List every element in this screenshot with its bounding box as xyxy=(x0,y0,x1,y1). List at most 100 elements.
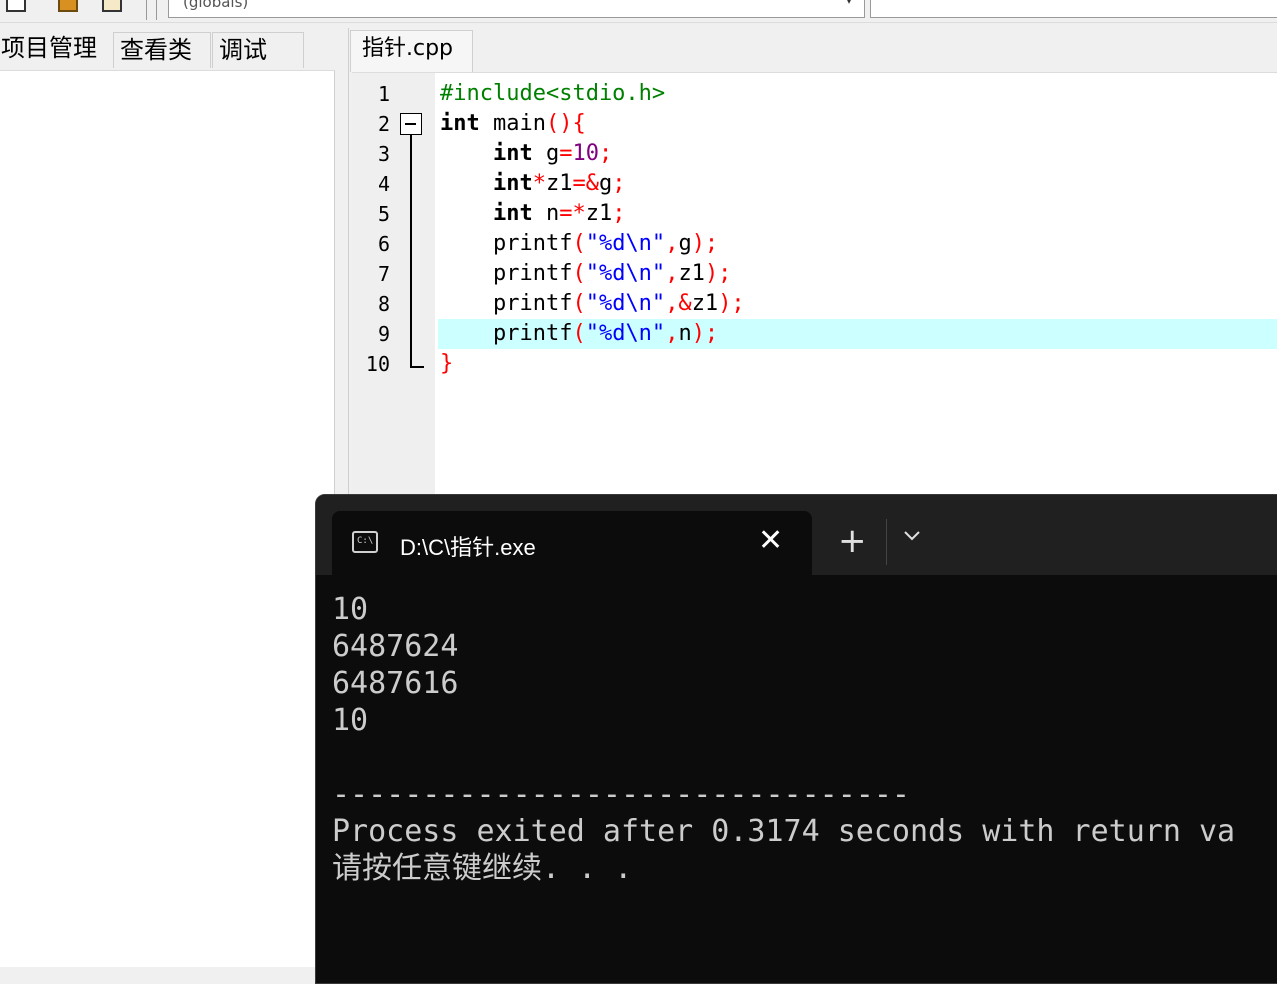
code-token: g xyxy=(678,231,692,256)
code-token: ); xyxy=(691,321,719,346)
toolbar-separator xyxy=(146,0,147,20)
code-token: ); xyxy=(704,261,732,286)
line-number: 6 xyxy=(377,232,390,256)
code-token: int xyxy=(492,201,533,226)
code-token: z1 xyxy=(585,201,613,226)
code-token: =& xyxy=(572,171,599,196)
terminal-output: 10 6487624 6487616 10 ----------------------… xyxy=(332,591,1277,887)
tab-project-manager[interactable]: 项目管理 xyxy=(0,28,100,68)
code-token: "%d\n" xyxy=(585,321,666,346)
tab-editor-file[interactable]: 指针.cpp xyxy=(350,30,473,72)
code-line[interactable]: } xyxy=(440,349,453,379)
code-line[interactable]: int n=*z1; xyxy=(440,199,626,229)
code-line[interactable]: int main(){ xyxy=(440,109,586,139)
code-token: int xyxy=(492,141,533,166)
code-token: 10 xyxy=(572,141,599,166)
terminal-output-line: 10 xyxy=(332,592,369,627)
scope-dropdown[interactable]: (globals) ▾ xyxy=(168,0,865,18)
terminal-titlebar: C:\ D:\C\指针.exe ✕ + xyxy=(316,495,1277,575)
code-token: ( xyxy=(572,291,586,316)
left-panel-tabs: 项目管理 查看类 调试 xyxy=(0,28,336,70)
fold-guide-end xyxy=(410,366,424,368)
line-number: 7 xyxy=(377,262,390,286)
code-token: ,& xyxy=(665,291,692,316)
code-token: ); xyxy=(718,291,745,316)
code-token: , xyxy=(665,261,679,286)
code-token: ( xyxy=(572,231,586,256)
terminal-output-line: 6487624 xyxy=(332,629,459,664)
code-token: , xyxy=(665,321,679,346)
code-line[interactable]: #include<stdio.h> xyxy=(440,79,665,109)
line-number: 10 xyxy=(365,352,390,376)
code-token: , xyxy=(665,231,679,256)
code-line[interactable]: printf("%d\n",&z1); xyxy=(440,289,745,319)
code-token: printf xyxy=(440,321,573,346)
tab-class-view[interactable]: 查看类 xyxy=(113,32,211,68)
code-line[interactable]: printf("%d\n",n); xyxy=(440,319,718,349)
code-token: g xyxy=(598,171,613,196)
code-token: (){ xyxy=(545,111,586,136)
new-project-icon[interactable] xyxy=(6,0,26,12)
terminal-output-line: 10 xyxy=(332,703,369,738)
terminal-output-line: -------------------------------- xyxy=(332,777,910,812)
line-number: 9 xyxy=(377,322,390,346)
code-token: "%d\n" xyxy=(585,231,666,256)
code-token: printf xyxy=(440,231,573,256)
line-number: 2 xyxy=(377,112,390,136)
code-token: ( xyxy=(572,321,586,346)
terminal-window[interactable]: C:\ D:\C\指针.exe ✕ + 10 6487624 6487616 10 --… xyxy=(315,494,1277,984)
code-token: int xyxy=(492,171,533,196)
toolbar-separator xyxy=(156,0,157,20)
terminal-tab[interactable]: C:\ D:\C\指针.exe ✕ xyxy=(332,511,812,575)
fold-guide xyxy=(410,135,412,368)
close-icon[interactable]: ✕ xyxy=(758,523,783,559)
code-token: ); xyxy=(691,231,719,256)
fold-collapse-icon[interactable] xyxy=(400,113,422,135)
code-token: } xyxy=(440,351,454,376)
code-line[interactable]: printf("%d\n",z1); xyxy=(440,259,731,289)
scope-value: (globals) xyxy=(183,0,249,11)
code-token: ( xyxy=(572,261,586,286)
symbol-dropdown[interactable] xyxy=(870,0,1277,18)
line-number: 1 xyxy=(377,82,390,106)
save-icon[interactable] xyxy=(102,0,122,12)
code-token: n xyxy=(678,321,692,346)
code-token: = xyxy=(559,141,573,166)
terminal-output-line: 6487616 xyxy=(332,666,459,701)
terminal-output-line: Process exited after 0.3174 seconds with… xyxy=(332,814,1236,849)
code-token: * xyxy=(532,171,546,196)
console-icon-label: C:\ xyxy=(357,536,374,546)
code-line[interactable]: int*z1=&g; xyxy=(440,169,626,199)
code-line[interactable]: int g=10; xyxy=(440,139,612,169)
code-token: g xyxy=(532,141,560,166)
code-line[interactable]: printf("%d\n",g); xyxy=(440,229,718,259)
code-token: =* xyxy=(559,201,586,226)
code-token: ; xyxy=(598,141,613,166)
code-token: main xyxy=(479,111,546,136)
code-token: printf xyxy=(440,261,573,286)
line-number: 5 xyxy=(377,202,390,226)
titlebar-separator xyxy=(886,519,887,565)
line-number: 3 xyxy=(377,142,390,166)
code-token: "%d\n" xyxy=(585,261,666,286)
chevron-down-icon[interactable]: ▾ xyxy=(846,0,852,7)
project-tree-panel[interactable] xyxy=(0,70,335,967)
code-token: z1 xyxy=(691,291,719,316)
code-token: z1 xyxy=(678,261,705,286)
code-token: z1 xyxy=(545,171,573,196)
open-project-icon[interactable] xyxy=(58,0,78,12)
terminal-tab-title: D:\C\指针.exe xyxy=(400,535,536,560)
chevron-down-icon[interactable] xyxy=(902,525,922,545)
code-token: "%d\n" xyxy=(585,291,666,316)
new-tab-icon[interactable]: + xyxy=(838,517,867,565)
code-token: printf xyxy=(440,291,573,316)
console-icon: C:\ xyxy=(352,531,378,553)
code-token: ; xyxy=(612,171,626,196)
code-token: ; xyxy=(612,201,626,226)
tab-debug[interactable]: 调试 xyxy=(212,32,304,68)
line-number: 4 xyxy=(377,172,390,196)
